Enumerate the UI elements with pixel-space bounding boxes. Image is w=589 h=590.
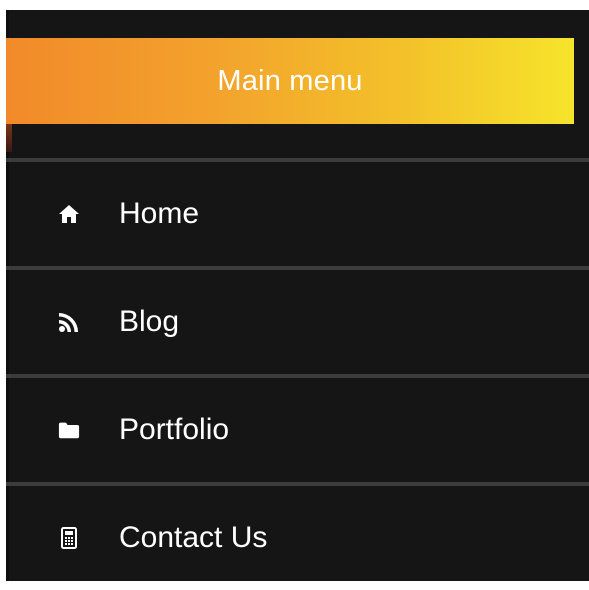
menu-header: Main menu	[6, 38, 574, 124]
home-icon	[58, 203, 80, 225]
menu-item-blog[interactable]: Blog	[6, 270, 589, 374]
rss-icon	[58, 311, 80, 333]
menu-panel: Main menu Home Blog Portfolio Contact Us	[6, 10, 589, 581]
folder-icon	[58, 419, 80, 441]
menu-item-label: Contact Us	[119, 521, 268, 554]
menu-title: Main menu	[217, 64, 363, 97]
menu-item-label: Home	[119, 197, 200, 230]
calculator-icon	[58, 527, 80, 549]
menu-item-label: Blog	[119, 305, 180, 338]
header-fold-shadow	[6, 124, 12, 152]
menu-item-contact-us[interactable]: Contact Us	[6, 486, 589, 590]
menu-item-home[interactable]: Home	[6, 162, 589, 266]
menu-item-label: Portfolio	[119, 413, 230, 446]
menu-list: Home Blog Portfolio Contact Us	[6, 158, 589, 590]
menu-item-portfolio[interactable]: Portfolio	[6, 378, 589, 482]
